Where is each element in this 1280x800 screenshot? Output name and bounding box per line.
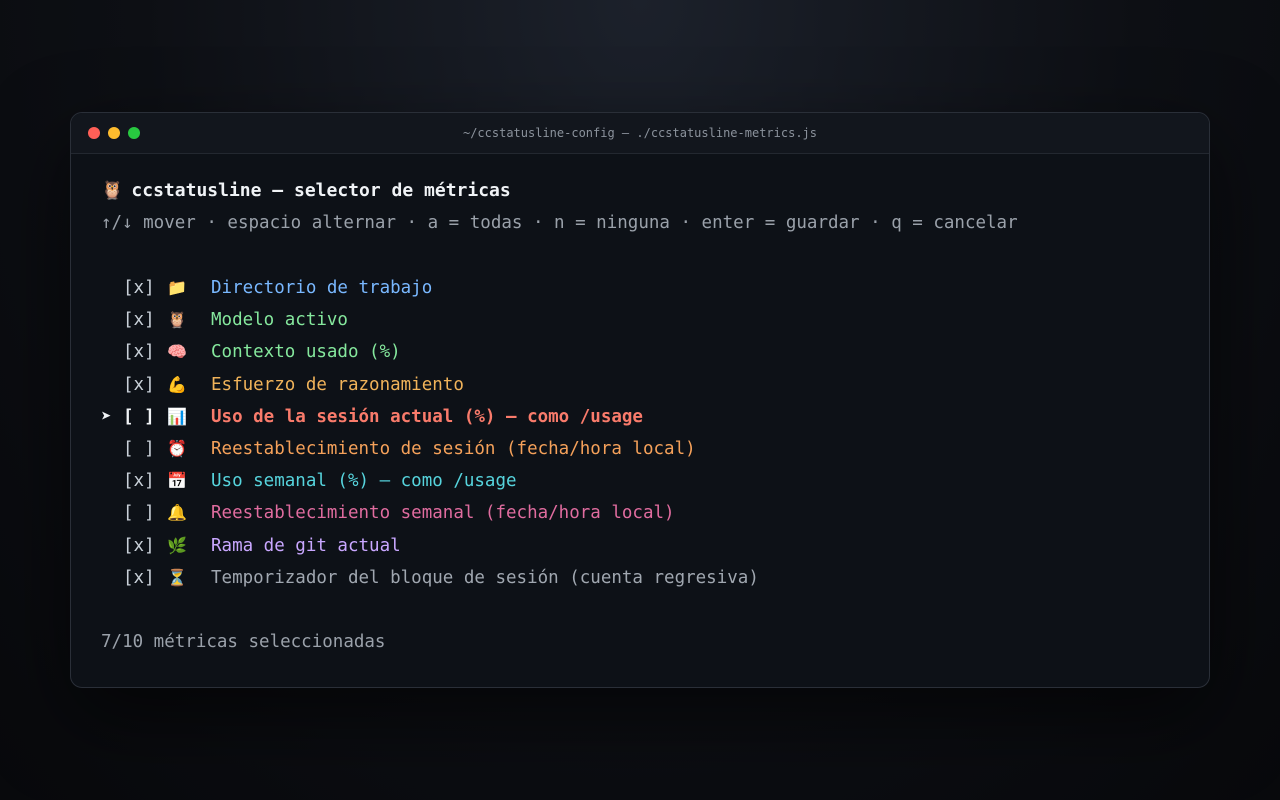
metric-label: Uso de la sesión actual (%) — como /usag…	[211, 406, 643, 427]
metric-label: Temporizador del bloque de sesión (cuent…	[211, 567, 759, 588]
metric-checkbox[interactable]: [x]	[123, 369, 167, 401]
window-title: ~/ccstatusline-config — ./ccstatusline-m…	[462, 126, 817, 140]
app-title: ccstatusline — selector de métricas	[131, 180, 511, 201]
metric-row[interactable]: [x] 📁 Directorio de trabajo	[101, 272, 1189, 304]
hourglass-icon: ⏳	[167, 567, 187, 587]
alarm-clock-icon: ⏰	[167, 438, 187, 458]
terminal-window: ~/ccstatusline-config — ./ccstatusline-m…	[70, 112, 1210, 688]
metric-label: Contexto usado (%)	[211, 342, 401, 363]
selection-summary: 7/10 métricas seleccionadas	[101, 631, 386, 652]
calendar-icon: 📅	[167, 471, 187, 491]
title-bar: ~/ccstatusline-config — ./ccstatusline-m…	[71, 113, 1209, 154]
brain-icon: 🧠	[167, 342, 187, 362]
metric-row[interactable]: [x] 🌿 Rama de git actual	[101, 530, 1189, 562]
metric-checkbox[interactable]: [x]	[123, 304, 167, 336]
flexed-arm-icon: 💪	[167, 374, 187, 394]
metric-checkbox[interactable]: [ ]	[123, 433, 167, 465]
metric-checkbox[interactable]: [x]	[123, 530, 167, 562]
metric-row[interactable]: [ ] ⏰ Reestablecimiento de sesión (fecha/h…	[101, 433, 1189, 465]
folder-icon: 📁	[167, 278, 187, 297]
cursor-indicator: ➤	[101, 406, 112, 427]
metric-checkbox[interactable]: [ ]	[123, 401, 167, 433]
metric-list: [x] 📁 Directorio de trabajo [x] 🦉 Modelo act…	[101, 272, 1189, 594]
metric-checkbox[interactable]: [x]	[123, 272, 167, 304]
metric-label: Esfuerzo de razonamiento	[211, 374, 464, 395]
terminal-content[interactable]: 🦉 ccstatusline — selector de métricas ↑/↓…	[101, 175, 1189, 658]
metric-checkbox[interactable]: [x]	[123, 465, 167, 497]
metric-checkbox[interactable]: [ ]	[123, 497, 167, 529]
metric-row[interactable]: [ ] 🔔 Reestablecimiento semanal (fecha/hor…	[101, 497, 1189, 529]
metric-row[interactable]: [x] 🧠 Contexto usado (%)	[101, 336, 1189, 368]
metric-row[interactable]: [x] 🦉 Modelo activo	[101, 304, 1189, 336]
owl-icon: 🦉	[101, 180, 124, 201]
bell-icon: 🔔	[167, 503, 187, 523]
metric-label: Modelo activo	[211, 310, 348, 331]
metric-checkbox[interactable]: [x]	[123, 336, 167, 368]
metric-label: Directorio de trabajo	[211, 278, 433, 298]
owl-icon: 🦉	[167, 310, 187, 330]
metric-label: Reestablecimiento de sesión (fecha/hora …	[211, 438, 696, 459]
metric-row[interactable]: [x] ⏳ Temporizador del bloque de sesión (c…	[101, 562, 1189, 594]
metric-row[interactable]: [x] 💪 Esfuerzo de razonamiento	[101, 369, 1189, 401]
metric-label: Rama de git actual	[211, 535, 401, 556]
metric-checkbox[interactable]: [x]	[123, 562, 167, 594]
metric-label: Uso semanal (%) — como /usage	[211, 471, 517, 492]
metric-row[interactable]: ➤ [ ] 📊 Uso de la sesión actual (%) — como …	[101, 401, 1189, 433]
bar-chart-icon: 📊	[167, 406, 187, 426]
metric-row[interactable]: [x] 📅 Uso semanal (%) — como /usage	[101, 465, 1189, 497]
app-header: 🦉 ccstatusline — selector de métricas	[101, 175, 1189, 207]
herb-icon: 🌿	[167, 535, 187, 555]
keyboard-hint: ↑/↓ mover · espacio alternar · a = todas…	[101, 213, 1018, 233]
metric-label: Reestablecimiento semanal (fecha/hora lo…	[211, 503, 675, 524]
